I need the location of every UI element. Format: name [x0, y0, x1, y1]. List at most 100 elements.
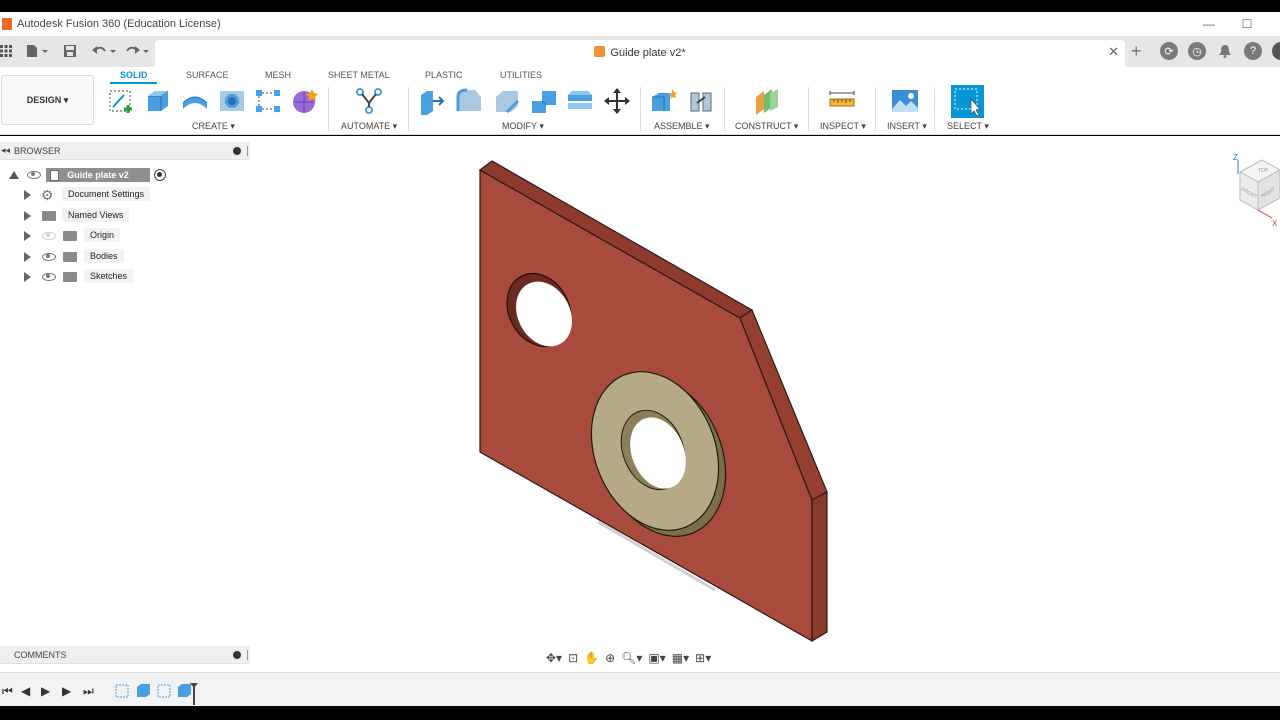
expand-origin-icon[interactable]	[24, 231, 31, 241]
chamfer-icon[interactable]	[493, 87, 521, 115]
revolve-icon[interactable]	[181, 87, 209, 115]
undo-icon[interactable]	[91, 42, 117, 60]
expand-root-icon[interactable]	[9, 171, 19, 179]
zoom-fit-icon[interactable]: 🔍︎▾	[621, 651, 642, 665]
create-sketch-icon[interactable]	[108, 87, 136, 115]
timeline-extrude-icon[interactable]	[178, 684, 191, 697]
expand-document-settings-icon[interactable]	[24, 190, 31, 200]
plate-side-face[interactable]	[811, 491, 828, 643]
panel-pin-icon[interactable]	[247, 650, 249, 660]
visibility-eye-icon[interactable]	[27, 171, 41, 179]
press-pull-icon[interactable]	[418, 87, 446, 115]
component-cube-icon	[594, 46, 606, 57]
assemble-menu[interactable]: ASSEMBLE ▾	[654, 121, 710, 132]
tab-solid[interactable]: SOLID	[120, 70, 148, 80]
root-component[interactable]: Guide plate v2	[46, 168, 150, 182]
tab-utilities[interactable]: UTILITIES	[500, 70, 542, 80]
new-tab-plus-icon[interactable]: +	[1131, 41, 1142, 61]
joint-icon[interactable]	[687, 87, 715, 115]
save-icon[interactable]	[63, 42, 77, 60]
help-icon[interactable]: ?	[1244, 42, 1262, 60]
automate-menu[interactable]: AUTOMATE ▾	[341, 121, 397, 132]
timeline-features	[115, 683, 198, 705]
folder-icon	[42, 211, 56, 221]
app-grid-icon[interactable]	[0, 42, 12, 60]
extensions-icon[interactable]: ⟳	[1160, 42, 1178, 60]
model-canvas[interactable]	[250, 136, 1280, 672]
create-menu[interactable]: CREATE ▾	[192, 121, 235, 132]
tab-mesh[interactable]: MESH	[265, 70, 291, 80]
notifications-bell-icon[interactable]	[1218, 42, 1232, 60]
document-tab[interactable]: Guide plate v2* ✕	[155, 40, 1125, 67]
minimize-button[interactable]: —	[1194, 14, 1224, 34]
tree-item-bodies[interactable]: Bodies	[84, 249, 124, 263]
display-settings-icon[interactable]: ▣▾	[648, 651, 665, 665]
step-forward-icon[interactable]: ▶	[62, 684, 71, 698]
collapse-panel-icon[interactable]: ◂◂	[1, 145, 10, 156]
tab-surface[interactable]: SURFACE	[186, 70, 229, 80]
comments-header[interactable]: COMMENTS	[0, 646, 250, 664]
select-icon[interactable]	[951, 85, 984, 118]
tree-item-origin[interactable]: Origin	[84, 228, 121, 242]
close-tab-icon[interactable]: ✕	[1108, 44, 1119, 60]
look-at-icon[interactable]: ⊡	[568, 651, 578, 665]
combine-icon[interactable]	[566, 87, 594, 115]
new-component-icon[interactable]	[650, 87, 678, 115]
visibility-eye-icon[interactable]	[42, 273, 56, 281]
job-status-icon[interactable]: ◷	[1188, 42, 1206, 60]
insert-image-icon[interactable]	[891, 87, 919, 115]
visibility-eye-hidden-icon[interactable]	[42, 232, 56, 240]
measure-icon[interactable]	[828, 87, 856, 115]
workspace-switcher[interactable]: DESIGN ▾	[1, 75, 94, 125]
expand-sketches-icon[interactable]	[24, 272, 31, 282]
canvas-viewport[interactable]: TOP FRONT RIGHT Z X ✥▾ ⊡ ✋ ⊕ 🔍︎▾ ▣▾ ▦▾ ⊞…	[250, 136, 1280, 672]
construct-menu[interactable]: CONSTRUCT ▾	[735, 121, 798, 132]
fillet-icon[interactable]	[455, 87, 483, 115]
step-back-icon[interactable]: ◀	[21, 684, 30, 698]
go-to-start-icon[interactable]: ⏮	[2, 684, 13, 699]
tab-sheet-metal[interactable]: SHEET METAL	[328, 70, 390, 80]
panel-pin-icon[interactable]	[247, 146, 249, 156]
shell-icon[interactable]	[530, 87, 558, 115]
gear-icon: ⚙	[41, 187, 54, 203]
pattern-icon[interactable]	[254, 87, 282, 115]
zoom-icon[interactable]: ⊕	[605, 651, 615, 665]
maximize-button[interactable]: ☐	[1232, 14, 1262, 34]
browser-options-icon[interactable]	[233, 147, 241, 155]
view-cube[interactable]: TOP FRONT RIGHT Z X	[1228, 152, 1280, 228]
user-avatar[interactable]	[1272, 42, 1280, 60]
window-title: Autodesk Fusion 360 (Education License)	[17, 18, 221, 30]
visibility-eye-icon[interactable]	[42, 253, 56, 261]
add-comment-icon[interactable]	[233, 651, 241, 659]
expand-bodies-icon[interactable]	[24, 252, 31, 262]
redo-icon[interactable]	[124, 42, 150, 60]
tree-item-sketches[interactable]: Sketches	[84, 269, 134, 283]
inspect-menu[interactable]: INSPECT ▾	[820, 121, 866, 132]
automate-icon[interactable]	[355, 87, 383, 115]
file-menu-icon[interactable]	[26, 42, 48, 60]
go-to-end-icon[interactable]: ⏭	[83, 684, 94, 699]
tree-item-document-settings[interactable]: Document Settings	[62, 187, 151, 201]
timeline-sketch-icon[interactable]	[115, 684, 129, 698]
tab-plastic[interactable]: PLASTIC	[425, 70, 463, 80]
expand-named-views-icon[interactable]	[24, 211, 31, 221]
viewcube-x-label: X	[1272, 219, 1278, 228]
orbit-icon[interactable]: ✥▾	[546, 651, 562, 665]
pan-hand-icon[interactable]: ✋	[584, 651, 599, 665]
select-menu[interactable]: SELECT ▾	[947, 121, 989, 132]
modify-menu[interactable]: MODIFY ▾	[502, 121, 544, 132]
timeline-extrude-icon[interactable]	[137, 684, 150, 697]
viewports-icon[interactable]: ⊞▾	[695, 651, 711, 665]
play-icon[interactable]: ▶	[41, 684, 50, 698]
move-copy-icon[interactable]	[603, 87, 631, 115]
extrude-icon[interactable]	[144, 87, 172, 115]
insert-menu[interactable]: INSERT ▾	[887, 121, 927, 132]
activate-radio-icon[interactable]	[154, 169, 166, 181]
hole-icon[interactable]	[218, 87, 246, 115]
offset-plane-icon[interactable]	[752, 87, 780, 115]
browser-header[interactable]: ◂◂ BROWSER	[0, 142, 250, 160]
timeline-sketch-icon[interactable]	[157, 684, 171, 698]
grid-settings-icon[interactable]: ▦▾	[672, 651, 689, 665]
tree-item-named-views[interactable]: Named Views	[62, 208, 130, 222]
create-form-icon[interactable]	[291, 87, 319, 115]
